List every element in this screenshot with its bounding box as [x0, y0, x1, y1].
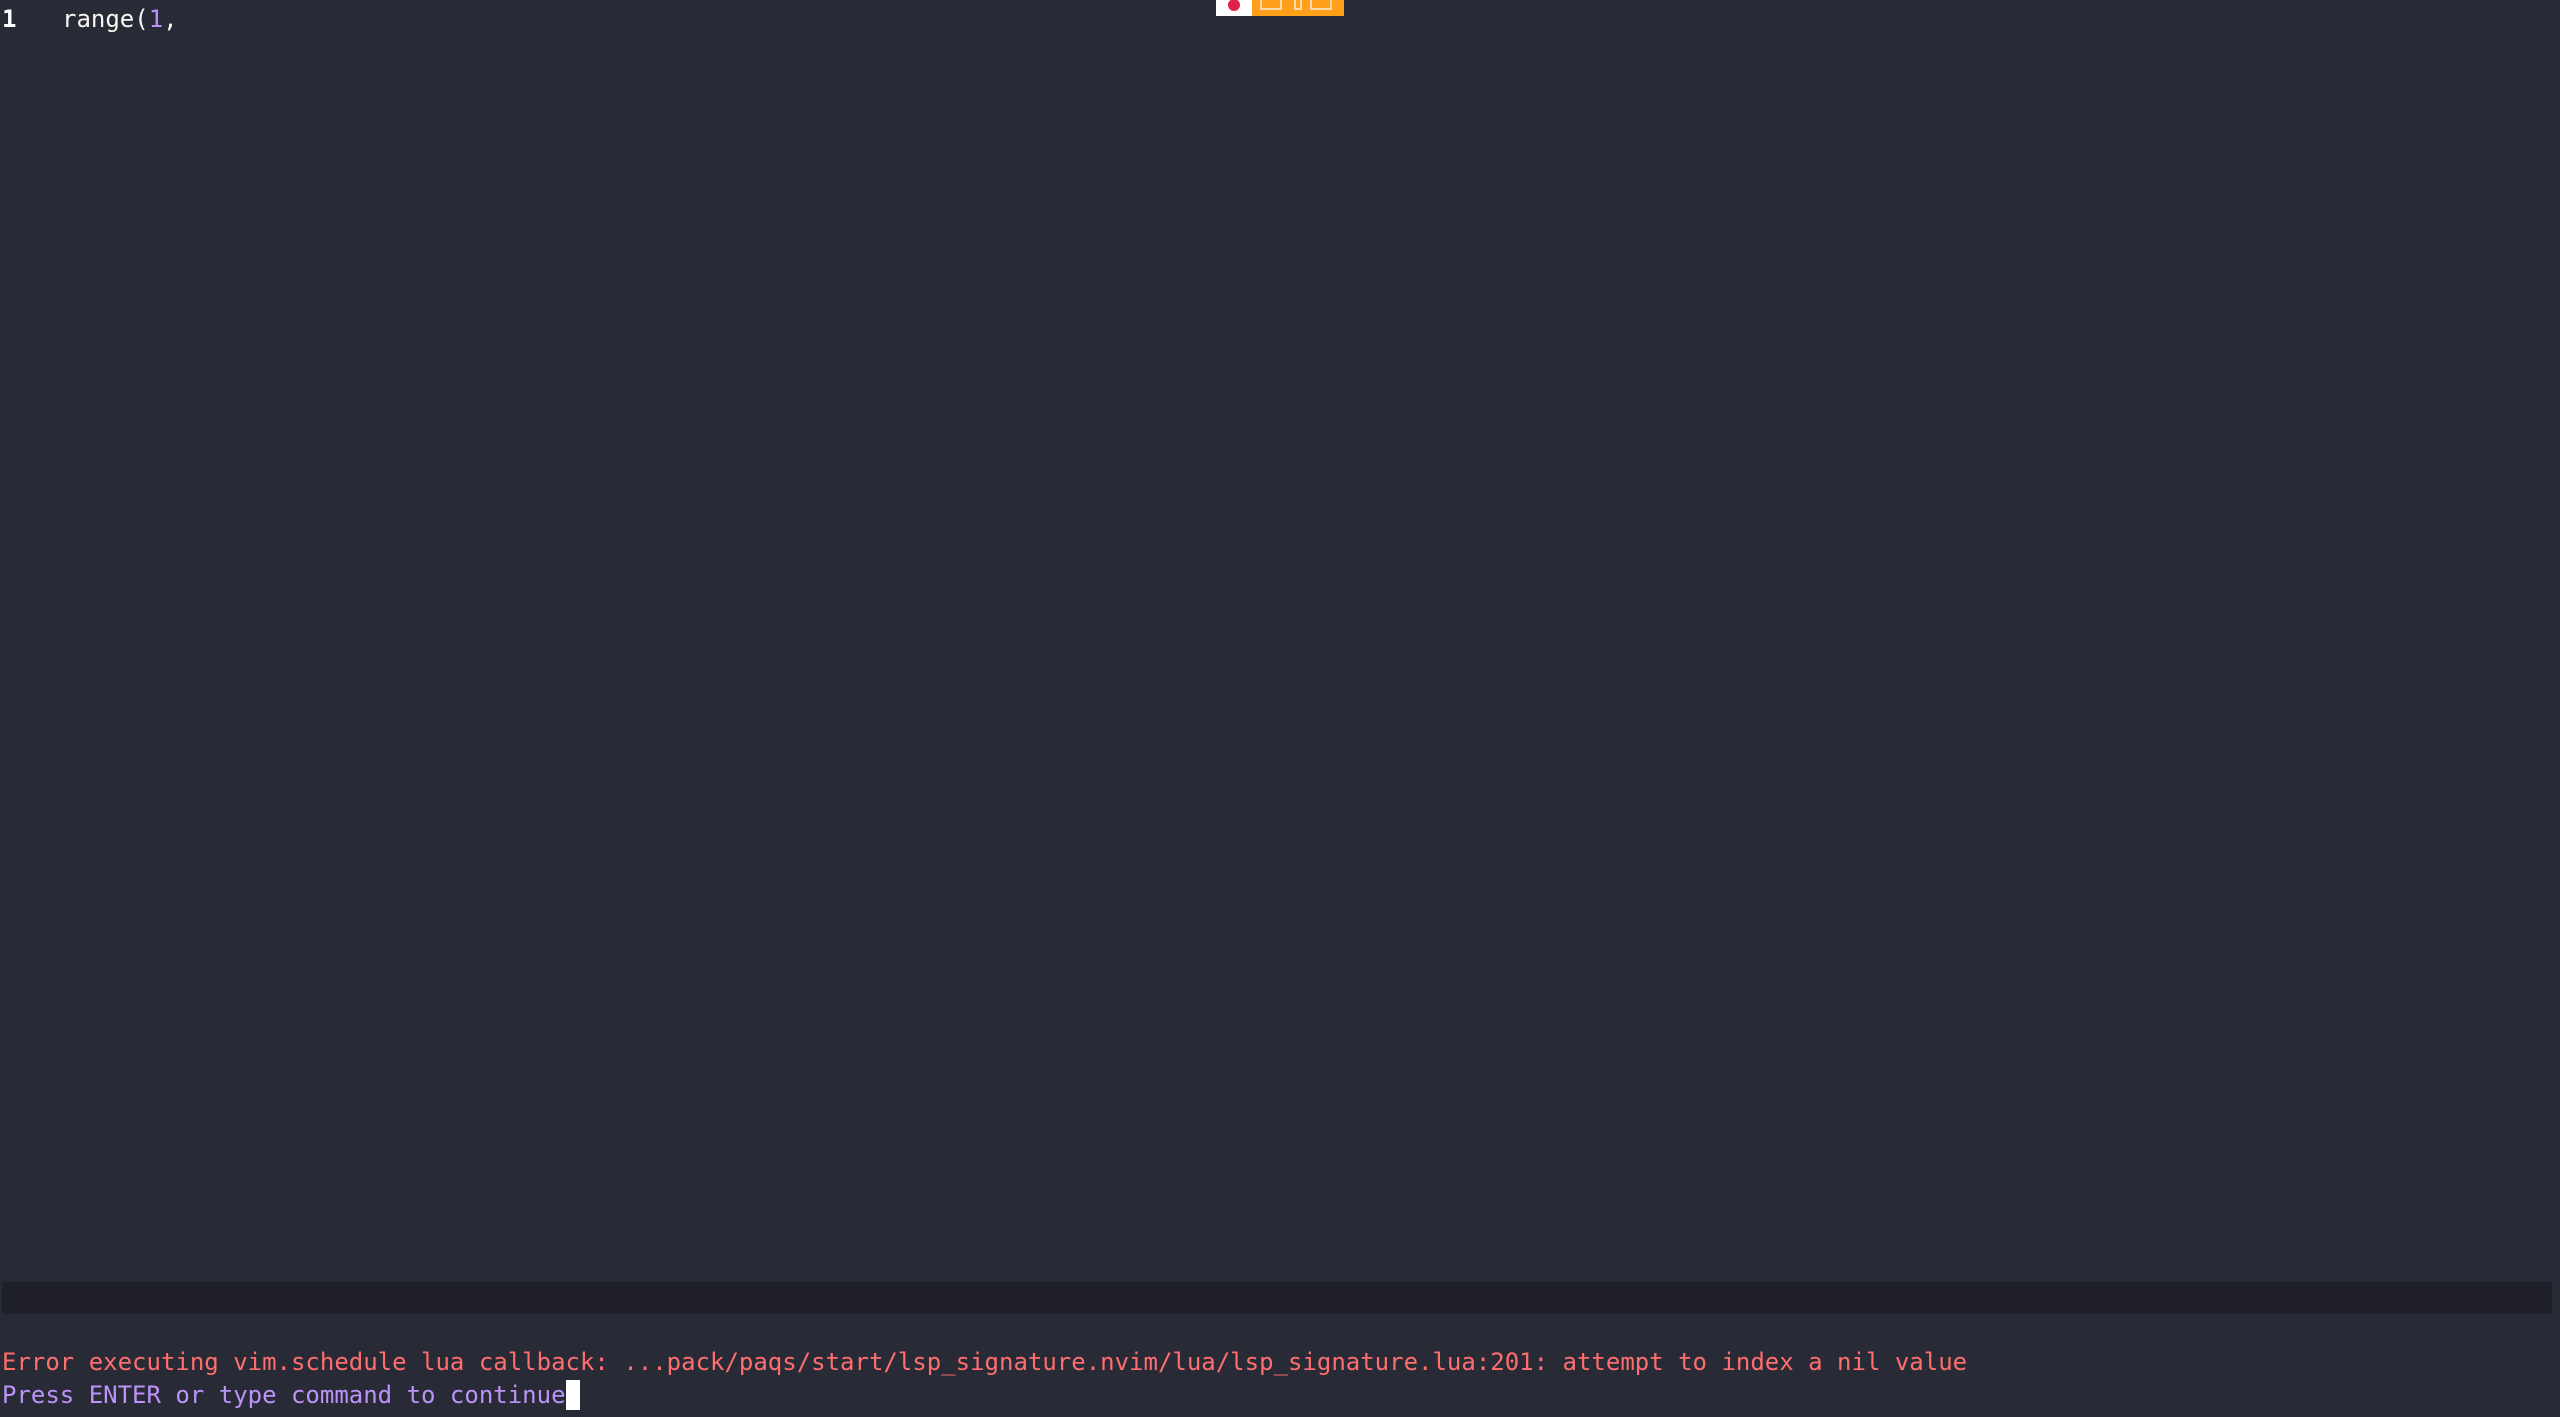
code-text[interactable]: range(1,: [62, 2, 178, 36]
pause-icon[interactable]: [1294, 0, 1302, 10]
text-cursor: [565, 1380, 580, 1410]
error-message: Error executing vim.schedule lua callbac…: [2, 1348, 1968, 1376]
code-token-function: range(: [62, 5, 149, 33]
continue-prompt[interactable]: Press ENTER or type command to continue: [2, 1378, 580, 1412]
code-token-punctuation: ,: [163, 5, 178, 33]
code-token-number: 1: [148, 5, 164, 33]
record-button[interactable]: [1216, 0, 1252, 16]
record-icon: [1226, 0, 1242, 13]
status-line: [2, 1282, 2552, 1314]
continue-prompt-text: Press ENTER or type command to continue: [2, 1381, 566, 1409]
screen-share-icon[interactable]: [1260, 0, 1282, 10]
screen-recorder-toolbar: [1216, 0, 1344, 16]
message-area: Error executing vim.schedule lua callbac…: [0, 1345, 2560, 1417]
line-number: 1: [2, 5, 17, 33]
editor-buffer[interactable]: 1 range(1,: [0, 0, 2560, 1280]
window-icon[interactable]: [1310, 0, 1332, 10]
